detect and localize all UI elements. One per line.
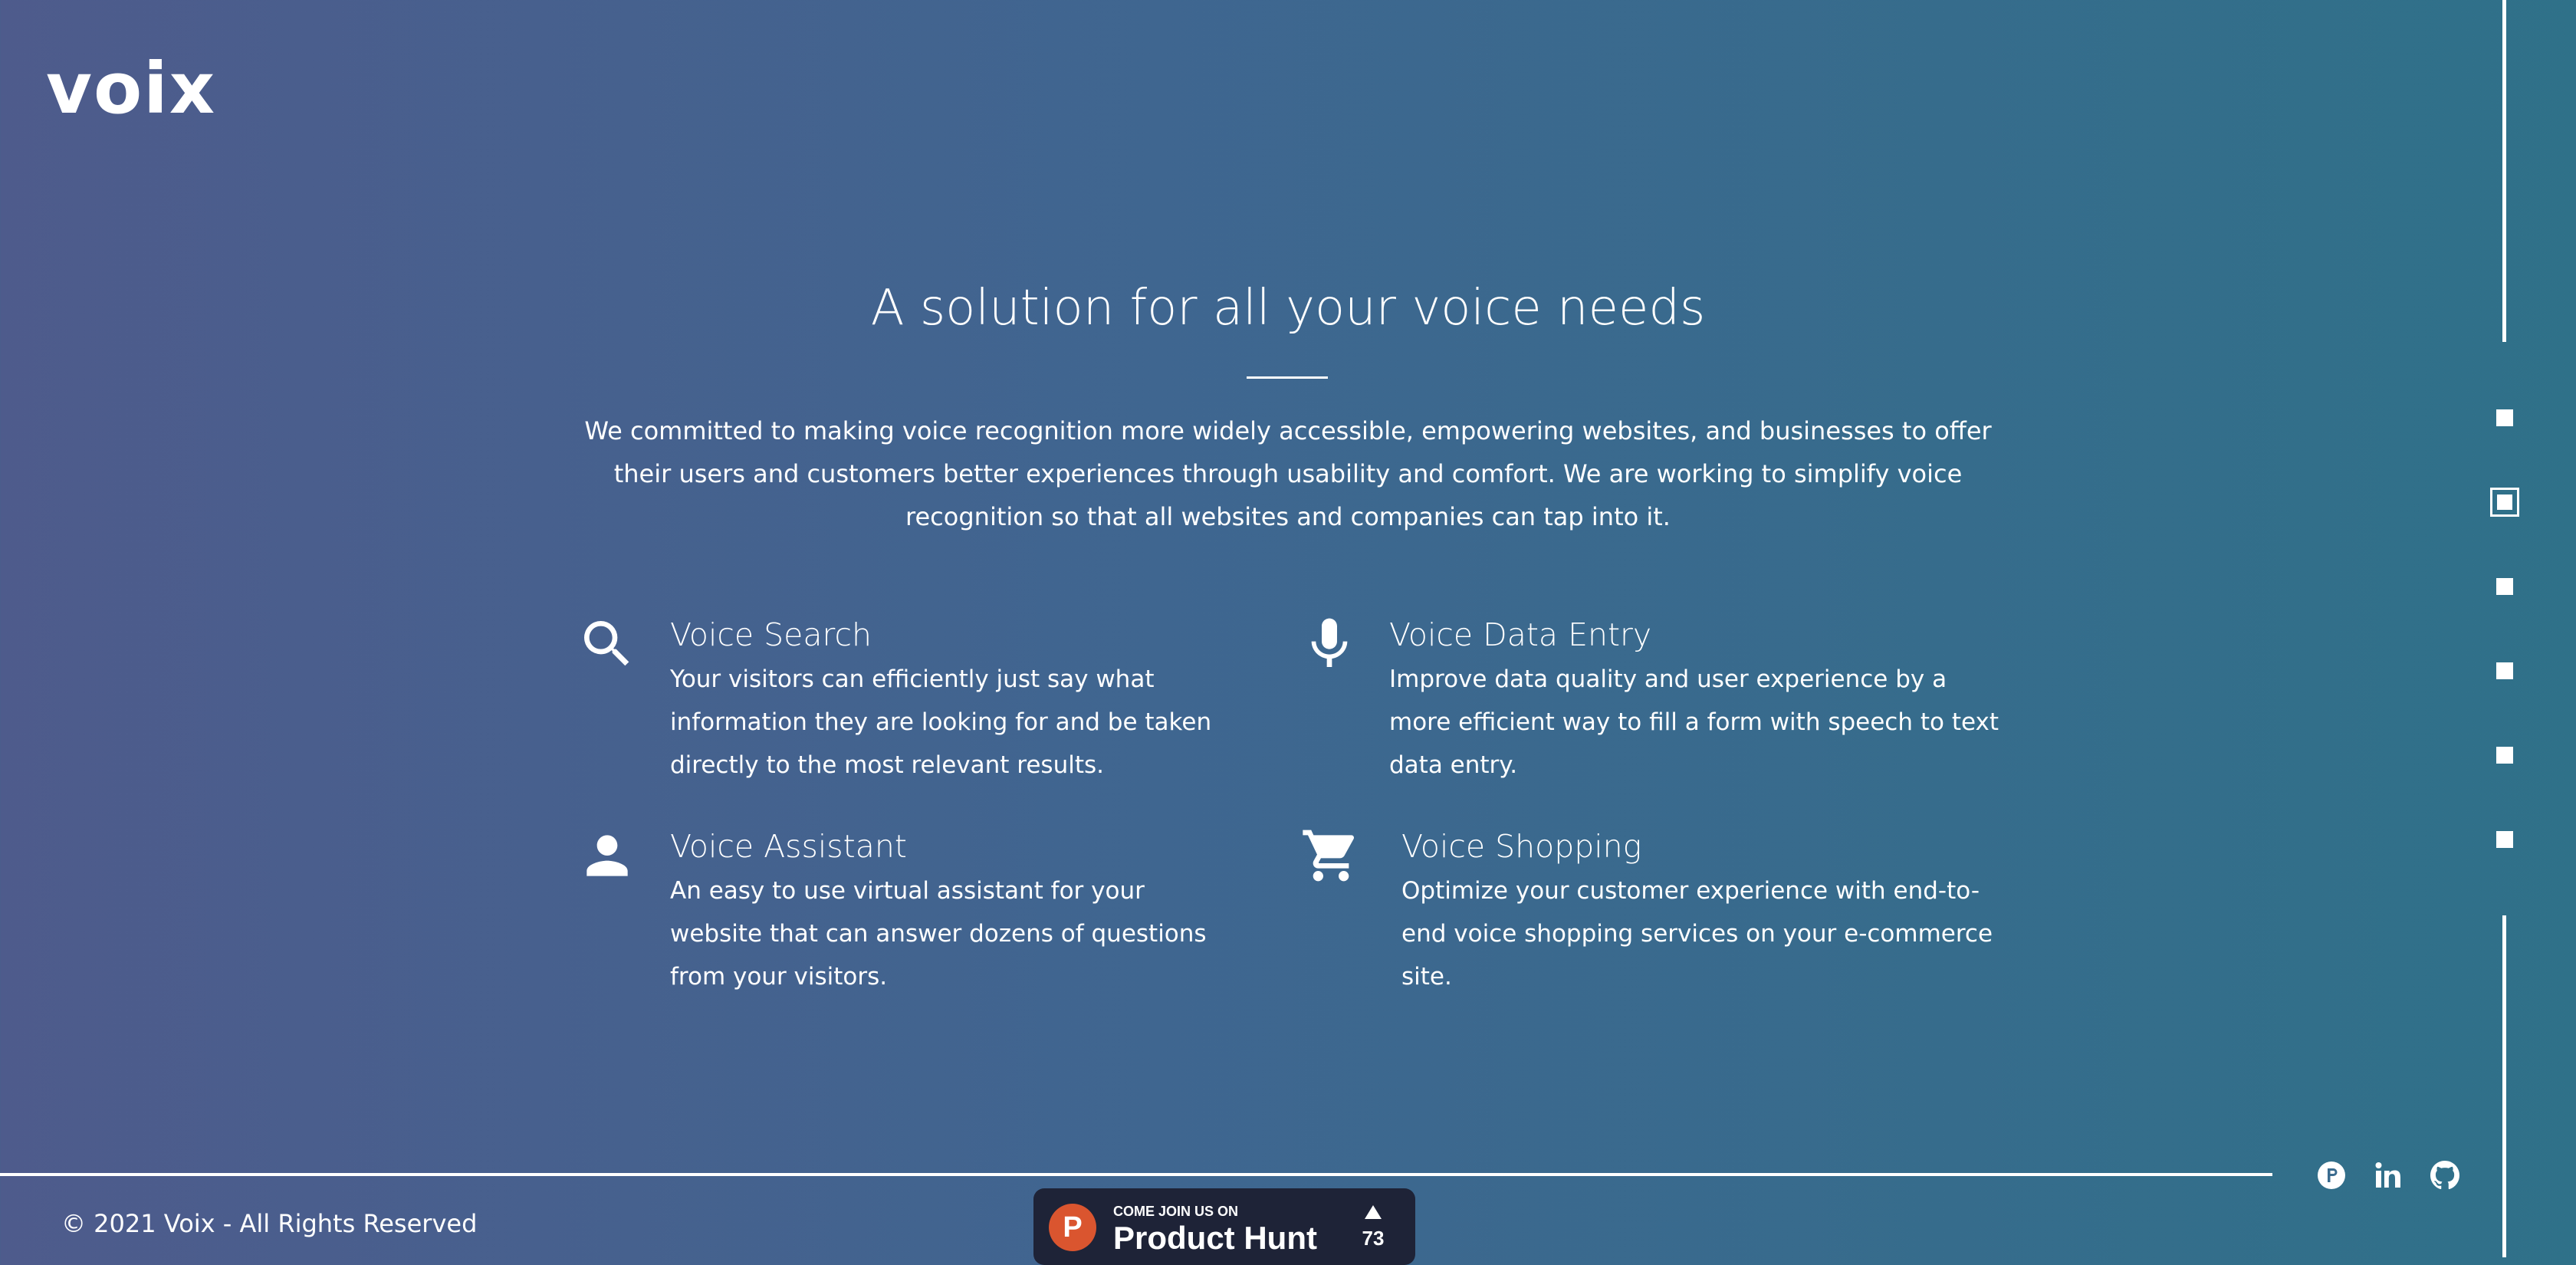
section-nav-dot-1[interactable]: [2496, 409, 2513, 426]
feature-desc-voice-search: Your visitors can efficiently just say w…: [670, 665, 1212, 779]
upvote-count: 73: [1362, 1227, 1385, 1250]
section-nav-line-bottom: [2502, 915, 2506, 1257]
feature-desc-voice-shopping: Optimize your customer experience with e…: [1401, 877, 1993, 991]
microphone-icon: [1299, 613, 1360, 675]
section-nav-line-top: [2502, 0, 2506, 342]
product-hunt-icon[interactable]: [2317, 1161, 2346, 1190]
linkedin-icon[interactable]: [2374, 1161, 2403, 1190]
feature-title-voice-search: Voice Search: [670, 616, 872, 653]
feature-desc-voice-assistant: An easy to use virtual assistant for you…: [670, 877, 1207, 991]
logo[interactable]: voix: [46, 54, 216, 124]
github-icon[interactable]: [2430, 1161, 2459, 1190]
product-hunt-badge[interactable]: P COME JOIN US ON Product Hunt 73: [1033, 1188, 1415, 1265]
section-nav-dot-4[interactable]: [2496, 662, 2513, 679]
person-icon: [577, 825, 638, 886]
feature-title-voice-shopping: Voice Shopping: [1401, 828, 1642, 865]
copyright-text: © 2021 Voix - All Rights Reserved: [61, 1209, 478, 1238]
section-title: A solution for all your voice needs: [870, 280, 1706, 337]
section-nav-dot-3[interactable]: [2496, 578, 2513, 595]
upvote-arrow-icon: [1365, 1205, 1382, 1219]
product-hunt-tagline: COME JOIN US ON: [1113, 1204, 1239, 1219]
product-hunt-name: Product Hunt: [1113, 1220, 1317, 1256]
section-nav-dot-2-active[interactable]: [2490, 488, 2519, 517]
feature-title-voice-data-entry: Voice Data Entry: [1389, 616, 1652, 653]
section-nav-dot-6[interactable]: [2496, 831, 2513, 848]
search-icon: [577, 613, 638, 675]
title-divider: [1247, 376, 1328, 379]
footer-divider: [0, 1173, 2272, 1176]
feature-title-voice-assistant: Voice Assistant: [670, 828, 907, 865]
intro-paragraph: We committed to making voice recognition…: [584, 416, 1992, 531]
section-nav-dot-5[interactable]: [2496, 747, 2513, 764]
shopping-cart-icon: [1300, 825, 1362, 886]
feature-desc-voice-data-entry: Improve data quality and user experience…: [1389, 665, 1999, 779]
product-hunt-logo-icon: P: [1049, 1204, 1096, 1251]
